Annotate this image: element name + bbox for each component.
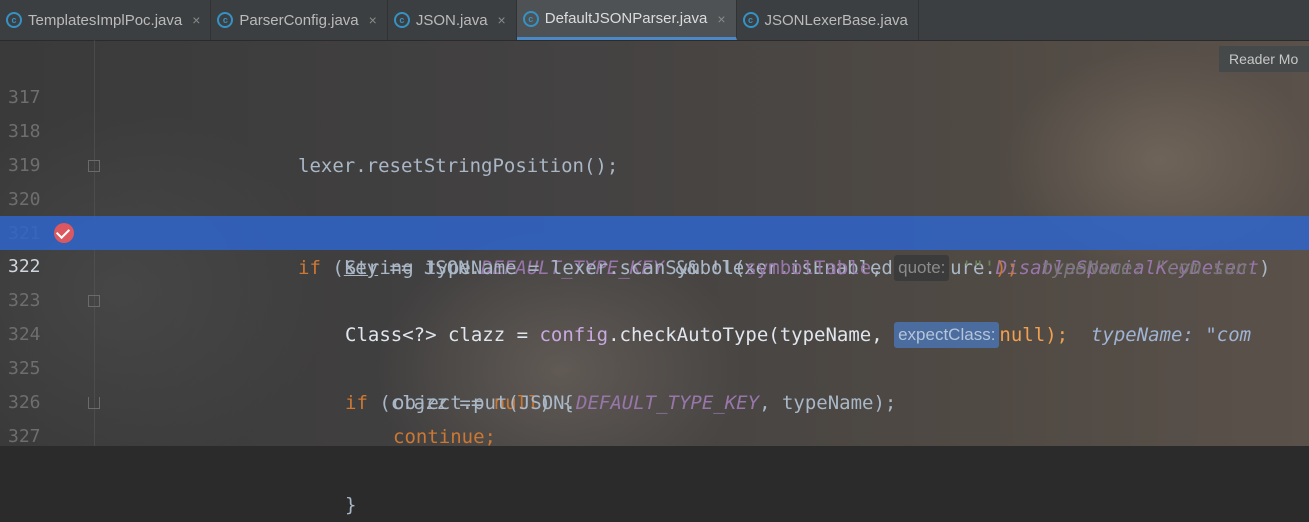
java-class-icon: c xyxy=(522,10,539,27)
tab-parserconfig[interactable]: c ParserConfig.java × xyxy=(211,0,388,40)
code-line[interactable]: 317 xyxy=(0,47,1309,108)
code-line[interactable]: 324 if (clazz == null) { xyxy=(0,284,1309,414)
fold-marker-icon[interactable] xyxy=(88,160,100,172)
tab-jsonlexerbase[interactable]: c JSONLexerBase.java xyxy=(737,0,919,40)
java-class-icon: c xyxy=(742,12,759,28)
fold-end-marker-icon[interactable] xyxy=(88,397,100,409)
tab-label: DefaultJSONParser.java xyxy=(544,10,708,27)
code-text: } xyxy=(345,494,357,516)
breakpoint-icon[interactable] xyxy=(54,223,74,243)
fold-marker-icon[interactable] xyxy=(88,295,100,307)
close-icon[interactable]: × xyxy=(717,11,725,27)
tab-json[interactable]: c JSON.java × xyxy=(388,0,517,40)
code-line[interactable]: 325 object.put(JSON.DEFAULT_TYPE_KEY, ty… xyxy=(0,318,1309,414)
tab-label: JSON.java xyxy=(415,11,488,29)
code-line[interactable]: 318 lexer.resetStringPosition(); xyxy=(0,81,1309,177)
code-line[interactable]: 319 xyxy=(0,115,1309,176)
close-icon[interactable]: × xyxy=(192,12,200,28)
java-class-icon: c xyxy=(393,12,410,28)
tab-label: ParserConfig.java xyxy=(239,11,359,29)
tab-label: TemplatesImplPoc.java xyxy=(28,11,183,29)
close-icon[interactable]: × xyxy=(498,12,506,28)
java-class-icon: c xyxy=(6,12,22,28)
tab-defaultjsonparser[interactable]: c DefaultJSONParser.java × xyxy=(516,0,737,40)
java-class-icon: c xyxy=(217,12,234,28)
editor-tab-bar: c TemplatesImplPoc.java × c ParserConfig… xyxy=(0,0,1309,41)
code-line-highlighted[interactable]: 322 Class<?> clazz = config.checkAutoTyp… xyxy=(0,216,1309,348)
code-text: continue; xyxy=(393,420,496,454)
code-line[interactable]: 321 String typeName = lexer.scanSymbol(s… xyxy=(0,183,1309,281)
code-line[interactable]: 323 xyxy=(0,250,1309,311)
code-line[interactable]: 327 } xyxy=(0,386,1309,516)
close-icon[interactable]: × xyxy=(369,12,377,28)
code-token: ; xyxy=(484,426,496,448)
code-line[interactable]: 320 if (key == JSON.DEFAULT_TYPE_KEY && … xyxy=(0,149,1309,279)
keyword-continue: continue xyxy=(393,426,485,448)
tab-templatesimplpoc[interactable]: c TemplatesImplPoc.java × xyxy=(0,0,212,40)
tab-label: JSONLexerBase.java xyxy=(764,11,908,29)
line-number: 327 xyxy=(8,426,41,447)
code-line[interactable]: 326 continue; xyxy=(0,352,1309,448)
